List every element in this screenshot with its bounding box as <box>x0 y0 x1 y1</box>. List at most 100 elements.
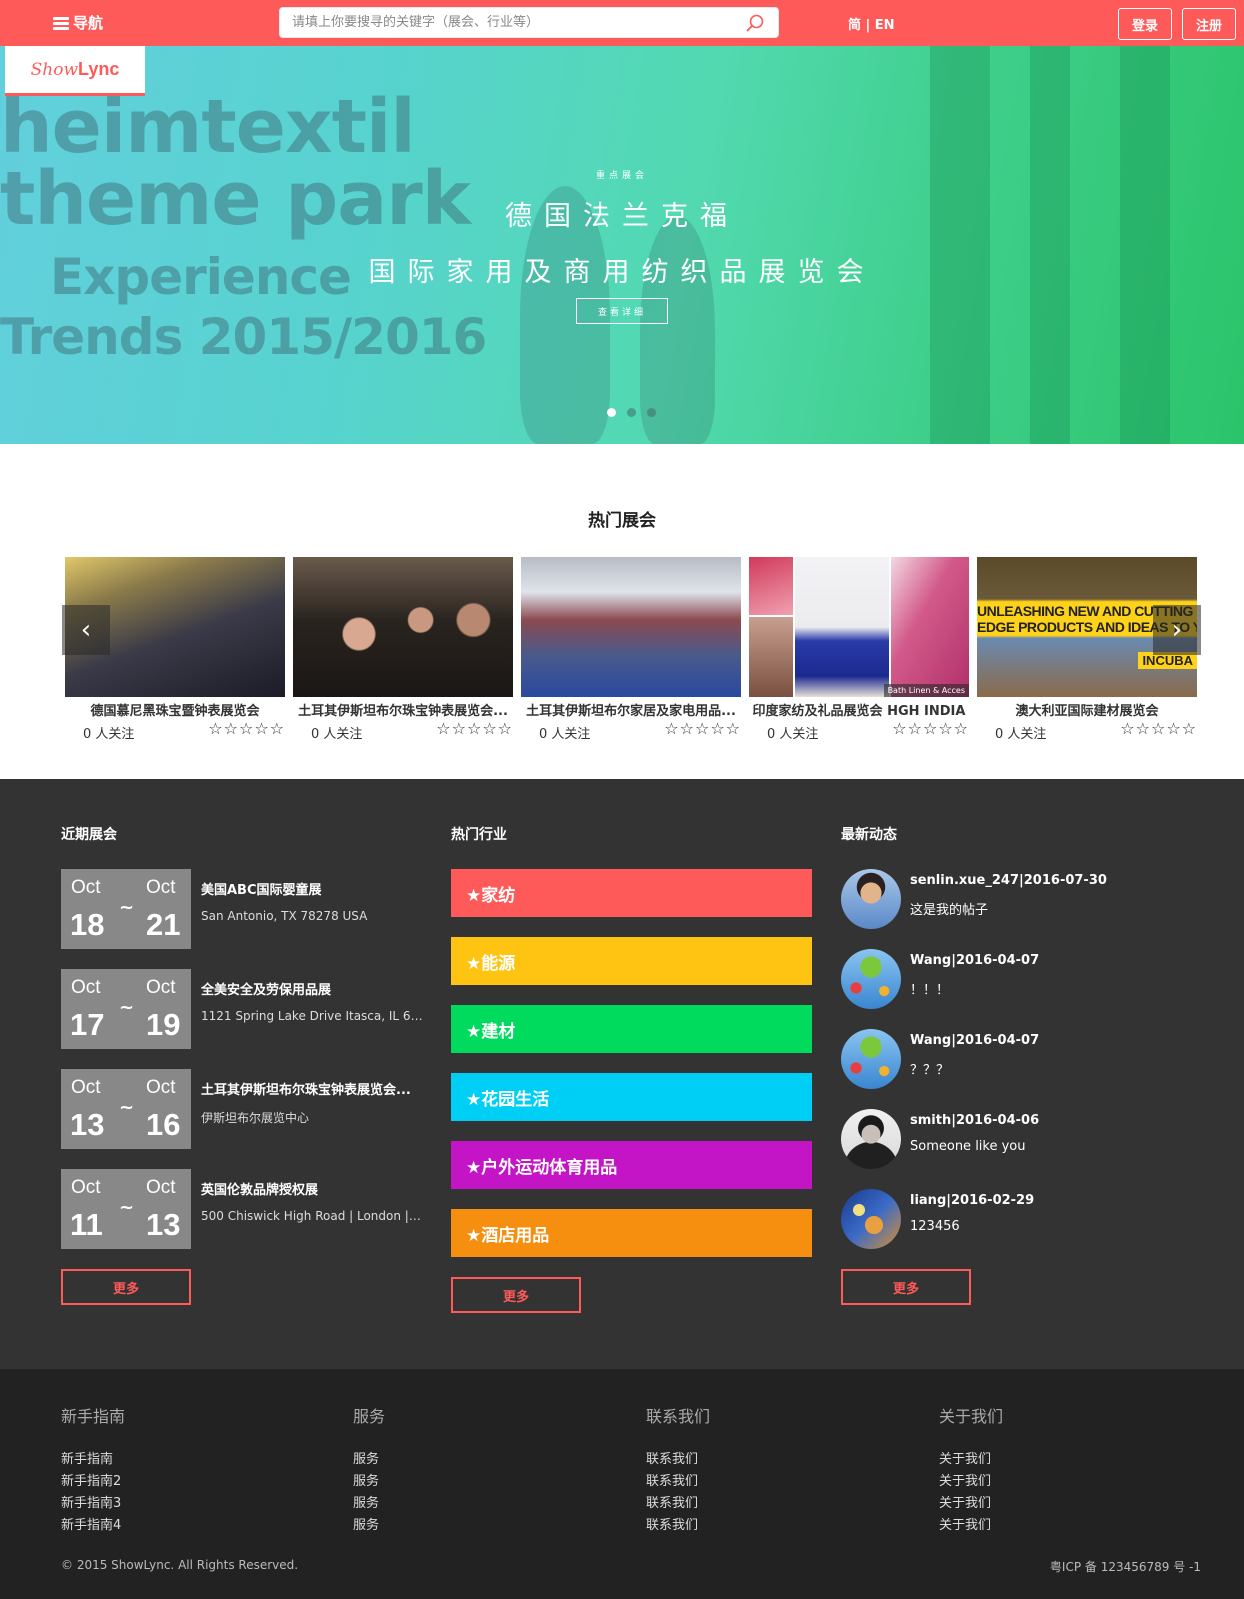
rating-stars[interactable]: ☆☆☆☆☆ <box>1120 719 1197 738</box>
event-title: 土耳其伊斯坦布尔珠宝钟表展览会... <box>201 1083 411 1098</box>
login-button[interactable]: 登录 <box>1118 8 1172 40</box>
industry-garden-living[interactable]: ★花园生活 <box>451 1073 812 1121</box>
start-day: 11 <box>70 1207 103 1242</box>
event-item[interactable]: Oct Oct ~ 13 16 土耳其伊斯坦布尔珠宝钟表展览会... 伊斯坦布尔… <box>61 1069 421 1149</box>
event-address: 500 Chiswick High Road | London | ... <box>201 1209 423 1223</box>
register-button[interactable]: 注册 <box>1182 8 1236 40</box>
news-item[interactable]: Wang|2016-04-07 ！！！ <box>841 949 1161 1011</box>
rating-stars[interactable]: ☆☆☆☆☆ <box>892 719 969 738</box>
exhibition-card[interactable]: 土耳其伊斯坦布尔珠宝钟表展览会... 0 人关注 ☆☆☆☆☆ <box>293 557 513 742</box>
avatar[interactable] <box>841 869 901 929</box>
search-input[interactable] <box>280 8 720 37</box>
footer-heading: 新手指南 <box>61 1407 126 1426</box>
exhibition-name: 澳大利亚国际建材展览会 <box>1015 704 1159 719</box>
chevron-right-icon: › <box>1171 615 1183 645</box>
carousel-next-button[interactable]: › <box>1153 605 1201 655</box>
more-industries-button[interactable]: 更多 <box>451 1277 581 1313</box>
news-item[interactable]: Wang|2016-04-07 ？？？ <box>841 1029 1161 1091</box>
exhibition-card[interactable]: Bath Linen & Acces 印度家纺及礼品展览会 HGH INDIA … <box>749 557 969 742</box>
footer-link[interactable]: 新手指南 <box>61 1449 261 1471</box>
follow-count: 0 人关注 <box>995 727 1047 742</box>
news-message: ？？？ <box>910 1063 950 1078</box>
exhibition-name: 土耳其伊斯坦布尔珠宝钟表展览会... <box>298 704 508 719</box>
carousel-dot[interactable] <box>627 408 636 417</box>
exhibition-name: 土耳其伊斯坦布尔家居及家电用品... <box>526 704 736 719</box>
start-day: 18 <box>70 907 105 942</box>
hamburger-icon <box>53 16 69 30</box>
date-separator: ~ <box>119 997 135 1018</box>
footer-link[interactable]: 服务 <box>353 1471 553 1493</box>
carousel-dot[interactable] <box>607 408 616 417</box>
event-item[interactable]: Oct Oct ~ 18 21 美国ABC国际婴童展 San Antonio, … <box>61 869 421 949</box>
event-date-block: Oct Oct ~ 17 19 <box>61 969 191 1049</box>
more-news-button[interactable]: 更多 <box>841 1269 971 1305</box>
industry-energy[interactable]: ★能源 <box>451 937 812 985</box>
footer-link[interactable]: 联系我们 <box>646 1493 846 1515</box>
news-meta: liang|2016-02-29 <box>910 1193 1035 1208</box>
industry-outdoor-sports[interactable]: ★户外运动体育用品 <box>451 1141 812 1189</box>
hot-industries-title: 热门行业 <box>451 827 507 843</box>
footer-heading: 关于我们 <box>939 1407 1004 1426</box>
search-icon[interactable] <box>746 14 764 32</box>
footer-link[interactable]: 服务 <box>353 1493 553 1515</box>
footer-link[interactable]: 新手指南2 <box>61 1471 261 1493</box>
event-item[interactable]: Oct Oct ~ 11 13 英国伦敦品牌授权展 500 Chiswick H… <box>61 1169 423 1249</box>
footer-link[interactable]: 关于我们 <box>939 1493 1139 1515</box>
recent-exhibitions-title: 近期展会 <box>61 827 117 843</box>
footer-link[interactable]: 关于我们 <box>939 1515 1139 1537</box>
avatar[interactable] <box>841 1109 901 1169</box>
footer-link[interactable]: 联系我们 <box>646 1471 846 1493</box>
footer-link[interactable]: 联系我们 <box>646 1449 846 1471</box>
industry-building-materials[interactable]: ★建材 <box>451 1005 812 1053</box>
start-month: Oct <box>71 1077 101 1098</box>
showlync-logo[interactable]: Show Lync <box>5 46 145 96</box>
rating-stars[interactable]: ☆☆☆☆☆ <box>436 719 513 738</box>
follow-count: 0 人关注 <box>539 727 591 742</box>
hot-exhibitions-carousel: 德国慕尼黑珠宝暨钟表展览会 0 人关注 ☆☆☆☆☆ 土耳其伊斯坦布尔珠宝钟表展览… <box>65 557 1199 742</box>
avatar[interactable] <box>841 1189 901 1249</box>
footer-link[interactable]: 服务 <box>353 1449 553 1471</box>
news-item[interactable]: senlin.xue_247|2016-07-30 这是我的帖子 <box>841 869 1161 931</box>
avatar[interactable] <box>841 1029 901 1089</box>
start-day: 17 <box>70 1007 105 1042</box>
hero-bg-pillar <box>1030 46 1070 444</box>
footer-link[interactable]: 新手指南4 <box>61 1515 261 1537</box>
footer-link[interactable]: 新手指南3 <box>61 1493 261 1515</box>
end-month: Oct <box>146 1077 176 1098</box>
news-message: Someone like you <box>910 1139 1026 1154</box>
event-title: 美国ABC国际婴童展 <box>201 883 322 898</box>
follow-count: 0 人关注 <box>83 727 135 742</box>
avatar[interactable] <box>841 949 901 1009</box>
footer-link[interactable]: 关于我们 <box>939 1449 1139 1471</box>
end-day: 16 <box>146 1107 181 1142</box>
footer-heading: 服务 <box>353 1407 386 1426</box>
nav-menu-label: 导航 <box>73 14 104 32</box>
logo-text-show: Show <box>30 59 79 80</box>
exhibition-card[interactable]: 土耳其伊斯坦布尔家居及家电用品... 0 人关注 ☆☆☆☆☆ <box>521 557 741 742</box>
end-day: 13 <box>146 1207 181 1242</box>
nav-menu-button[interactable]: 导航 <box>53 12 103 33</box>
footer-link[interactable]: 关于我们 <box>939 1471 1139 1493</box>
hero-bg-word: Trends 2015/2016 <box>0 308 487 366</box>
footer-link[interactable]: 联系我们 <box>646 1515 846 1537</box>
logo-text-lync: Lync <box>78 59 120 79</box>
rating-stars[interactable]: ☆☆☆☆☆ <box>208 719 285 738</box>
news-item[interactable]: smith|2016-04-06 Someone like you <box>841 1109 1161 1171</box>
footer-link[interactable]: 服务 <box>353 1515 553 1537</box>
hero-details-button[interactable]: 查看详细 <box>576 298 668 324</box>
language-switcher[interactable]: 简 | EN <box>848 14 895 33</box>
news-meta: smith|2016-04-06 <box>910 1113 1040 1128</box>
footer-column-contact: 联系我们 联系我们 联系我们 联系我们 联系我们 <box>646 1403 846 1537</box>
exhibition-photo: Bath Linen & Acces <box>749 557 969 697</box>
end-month: Oct <box>146 877 176 898</box>
carousel-dot[interactable] <box>647 408 656 417</box>
news-item[interactable]: liang|2016-02-29 123456 <box>841 1189 1161 1251</box>
industry-textiles[interactable]: ★家纺 <box>451 869 812 917</box>
rating-stars[interactable]: ☆☆☆☆☆ <box>664 719 741 738</box>
hero-bg-pillar <box>930 46 990 444</box>
carousel-prev-button[interactable]: ‹ <box>62 605 110 655</box>
more-events-button[interactable]: 更多 <box>61 1269 191 1305</box>
search-box <box>279 7 779 38</box>
event-item[interactable]: Oct Oct ~ 17 19 全美安全及劳保用品展 1121 Spring L… <box>61 969 423 1049</box>
industry-hotel-supplies[interactable]: ★酒店用品 <box>451 1209 812 1257</box>
